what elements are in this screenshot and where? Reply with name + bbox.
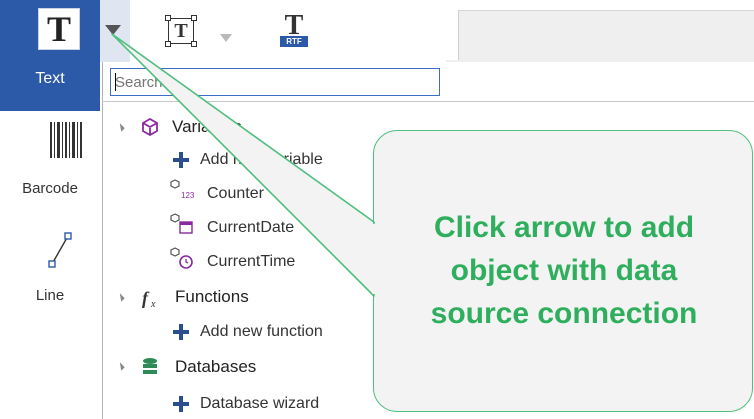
chevron-down-icon-disabled: [220, 34, 232, 42]
current-date-variable-item[interactable]: CurrentDate: [207, 214, 294, 242]
database-wizard-item[interactable]: Database wizard: [200, 390, 319, 418]
search-field[interactable]: [110, 68, 440, 96]
text-tool-dropdown-arrow[interactable]: [100, 0, 130, 62]
callout-line: Click arrow to add: [433, 211, 695, 244]
search-input[interactable]: [115, 71, 425, 93]
svg-text:x: x: [150, 299, 156, 309]
current-time-variable-icon: [170, 247, 193, 269]
database-icon: [143, 358, 157, 374]
text-box-icon[interactable]: T: [165, 15, 197, 47]
add-new-function-item[interactable]: Add new function: [200, 318, 323, 346]
add-icon: [173, 152, 189, 168]
text-tool-icon: T: [38, 8, 80, 50]
current-date-variable-icon: [170, 213, 193, 234]
callout-text: Click arrow to add object with data sour…: [374, 206, 754, 335]
text-tool-button[interactable]: T Text: [0, 0, 100, 111]
tree-node-functions[interactable]: Functions: [175, 283, 249, 311]
function-fx-icon: f x: [142, 288, 156, 309]
add-new-variable-item[interactable]: Add new variable: [200, 146, 323, 174]
add-icon: [173, 396, 189, 412]
barcode-icon[interactable]: [50, 122, 82, 158]
tree-node-variables[interactable]: Variables: [172, 113, 242, 141]
svg-text:123: 123: [181, 191, 194, 200]
rich-text-icon[interactable]: T RTF: [278, 10, 310, 48]
counter-variable-item[interactable]: Counter: [207, 180, 264, 208]
callout-line: object with data: [450, 254, 678, 287]
tree-node-databases[interactable]: Databases: [175, 353, 256, 381]
line-tool-icon[interactable]: [48, 230, 72, 270]
current-time-variable-item[interactable]: CurrentTime: [207, 248, 295, 276]
callout-line: source connection: [430, 297, 698, 330]
line-tool-label[interactable]: Line: [0, 287, 100, 304]
horizontal-ruler: [446, 0, 754, 11]
counter-variable-icon: 123: [170, 179, 194, 200]
text-caret: [115, 73, 116, 91]
chevron-down-icon: [105, 25, 121, 35]
text-tool-label: Text: [35, 70, 65, 87]
svg-text:f: f: [142, 288, 150, 308]
tree-divider: [102, 101, 754, 102]
barcode-tool-label[interactable]: Barcode: [0, 180, 100, 197]
tutorial-callout: Click arrow to add object with data sour…: [373, 130, 753, 412]
add-icon: [173, 324, 189, 340]
vertical-ruler: [446, 10, 459, 60]
variables-cube-icon: [142, 118, 158, 136]
